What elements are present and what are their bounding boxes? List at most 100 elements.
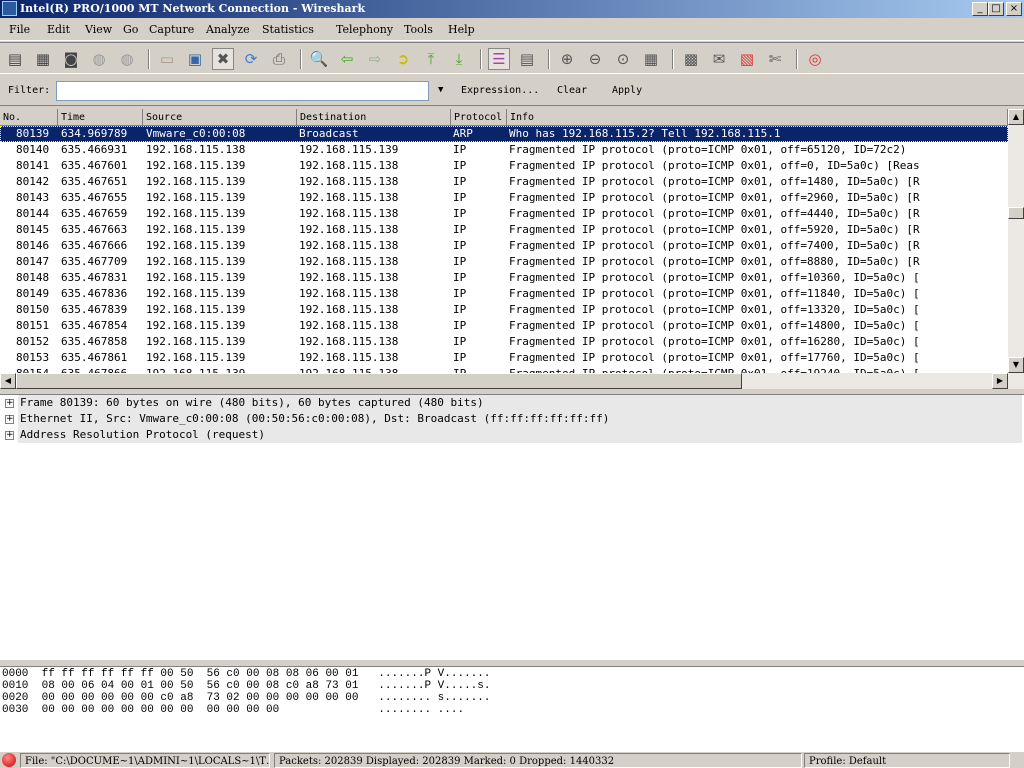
capture-restart-icon[interactable]: ◍ bbox=[116, 48, 138, 70]
packet-list: No. Time Source Destination Protocol Info 8013… bbox=[0, 109, 1008, 373]
packet-row[interactable]: 80146 635.467666 192.168.115.139 192.168.11… bbox=[0, 238, 1008, 254]
filter-input[interactable] bbox=[56, 81, 429, 101]
scroll-down-button[interactable]: ▼ bbox=[1008, 357, 1024, 373]
scroll-up-button[interactable]: ▲ bbox=[1008, 109, 1024, 125]
expression-button[interactable]: Expression... bbox=[461, 85, 539, 96]
go-forward-icon[interactable]: ⇨ bbox=[364, 48, 386, 70]
go-back-icon[interactable]: ⇦ bbox=[336, 48, 358, 70]
print-icon[interactable]: ⎙ bbox=[268, 48, 290, 70]
detail-tree-item[interactable]: Address Resolution Protocol (request) bbox=[18, 427, 1022, 443]
menu-help[interactable]: Help bbox=[448, 23, 475, 36]
packet-source: 192.168.115.139 bbox=[146, 175, 246, 188]
apply-button[interactable]: Apply bbox=[612, 85, 642, 96]
packet-info: Fragmented IP protocol (proto=ICMP 0x01,… bbox=[509, 335, 920, 348]
menu-file[interactable]: File bbox=[9, 23, 30, 36]
zoom-normal-icon[interactable]: ⊙ bbox=[612, 48, 634, 70]
zoom-out-icon[interactable]: ⊖ bbox=[584, 48, 606, 70]
packet-time: 635.467861 bbox=[61, 351, 128, 364]
scroll-thumb[interactable] bbox=[1008, 207, 1024, 219]
packet-no: 80152 bbox=[16, 335, 50, 348]
column-header-source[interactable]: Source bbox=[143, 109, 297, 126]
menu-analyze[interactable]: Analyze bbox=[206, 23, 250, 36]
interface-list-icon[interactable]: ▤ bbox=[4, 48, 26, 70]
preferences-icon[interactable]: ✄ bbox=[764, 48, 786, 70]
packet-row[interactable]: 80151 635.467854 192.168.115.139 192.168.11… bbox=[0, 318, 1008, 334]
close-file-icon[interactable]: ✖ bbox=[212, 48, 234, 70]
colorize-icon[interactable]: ☰ bbox=[488, 48, 510, 70]
horizontal-scroll-thumb[interactable] bbox=[16, 373, 742, 389]
packet-list-vertical-scrollbar[interactable]: ▲ ▼ bbox=[1008, 109, 1024, 373]
help-icon[interactable]: ◎ bbox=[804, 48, 826, 70]
open-file-icon[interactable]: ▭ bbox=[156, 48, 178, 70]
scroll-left-button[interactable]: ◀ bbox=[0, 373, 16, 389]
menu-capture[interactable]: Capture bbox=[149, 23, 194, 36]
close-button[interactable]: × bbox=[1006, 2, 1022, 16]
expand-icon[interactable]: + bbox=[5, 399, 14, 408]
zoom-in-icon[interactable]: ⊕ bbox=[556, 48, 578, 70]
maximize-button[interactable]: □ bbox=[988, 2, 1004, 16]
capture-start-icon[interactable]: ◙ bbox=[60, 48, 82, 70]
menu-edit[interactable]: Edit bbox=[47, 23, 70, 36]
hex-dump-line[interactable]: 0010 08 00 06 04 00 01 00 50 56 c0 00 08… bbox=[2, 680, 490, 692]
auto-scroll-icon[interactable]: ▤ bbox=[516, 48, 538, 70]
capture-options-icon[interactable]: ▦ bbox=[32, 48, 54, 70]
detail-tree-item[interactable]: Frame 80139: 60 bytes on wire (480 bits)… bbox=[18, 395, 1022, 411]
capture-filters-icon[interactable]: ▩ bbox=[680, 48, 702, 70]
menu-statistics[interactable]: Statistics bbox=[262, 23, 314, 36]
resize-columns-icon[interactable]: ▦ bbox=[640, 48, 662, 70]
packet-row[interactable]: 80140 635.466931 192.168.115.138 192.168.11… bbox=[0, 142, 1008, 158]
expand-icon[interactable]: + bbox=[5, 431, 14, 440]
packet-row[interactable]: 80152 635.467858 192.168.115.139 192.168.11… bbox=[0, 334, 1008, 350]
packet-protocol: IP bbox=[453, 191, 467, 204]
go-first-icon[interactable]: ⤒ bbox=[420, 48, 442, 70]
go-last-icon[interactable]: ⤓ bbox=[448, 48, 470, 70]
packet-row[interactable]: 80148 635.467831 192.168.115.139 192.168.11… bbox=[0, 270, 1008, 286]
menu-go[interactable]: Go bbox=[123, 23, 138, 36]
column-header-protocol[interactable]: Protocol bbox=[451, 109, 507, 126]
menu-tools[interactable]: Tools bbox=[404, 23, 433, 36]
save-file-icon[interactable]: ▣ bbox=[184, 48, 206, 70]
menu-telephony[interactable]: Telephony bbox=[336, 23, 393, 36]
column-header-no[interactable]: No. bbox=[0, 109, 58, 126]
hex-dump-line[interactable]: 0030 00 00 00 00 00 00 00 00 00 00 00 00… bbox=[2, 704, 464, 716]
hex-dump-line[interactable]: 0020 00 00 00 00 00 00 c0 a8 73 02 00 00… bbox=[2, 692, 490, 704]
detail-tree-item[interactable]: Ethernet II, Src: Vmware_c0:00:08 (00:50… bbox=[18, 411, 1022, 427]
column-header-destination[interactable]: Destination bbox=[297, 109, 451, 126]
packet-row[interactable]: 80149 635.467836 192.168.115.139 192.168.11… bbox=[0, 286, 1008, 302]
packet-row[interactable]: 80147 635.467709 192.168.115.139 192.168.11… bbox=[0, 254, 1008, 270]
scroll-right-button[interactable]: ▶ bbox=[992, 373, 1008, 389]
display-filters-icon[interactable]: ✉ bbox=[708, 48, 730, 70]
packet-row[interactable]: 80142 635.467651 192.168.115.139 192.168.11… bbox=[0, 174, 1008, 190]
packet-row[interactable]: 80141 635.467601 192.168.115.139 192.168.11… bbox=[0, 158, 1008, 174]
packet-row[interactable]: 80139 634.969789 Vmware_c0:00:08 Broadcast A… bbox=[0, 126, 1008, 142]
packet-row[interactable]: 80145 635.467663 192.168.115.139 192.168.11… bbox=[0, 222, 1008, 238]
packet-row[interactable]: 80150 635.467839 192.168.115.139 192.168.11… bbox=[0, 302, 1008, 318]
column-header-time[interactable]: Time bbox=[58, 109, 143, 126]
hex-dump-line[interactable]: 0000 ff ff ff ff ff ff 00 50 56 c0 00 08… bbox=[2, 668, 490, 680]
packet-time: 635.467666 bbox=[61, 239, 128, 252]
find-packet-icon[interactable]: 🔍 bbox=[308, 48, 330, 70]
reload-icon[interactable]: ⟳ bbox=[240, 48, 262, 70]
packet-row[interactable]: 80153 635.467861 192.168.115.139 192.168.11… bbox=[0, 350, 1008, 366]
packet-no: 80143 bbox=[16, 191, 50, 204]
packet-source: 192.168.115.139 bbox=[146, 191, 246, 204]
packet-no: 80141 bbox=[16, 159, 50, 172]
coloring-rules-icon[interactable]: ▧ bbox=[736, 48, 758, 70]
go-to-packet-icon[interactable]: ➲ bbox=[392, 48, 414, 70]
packet-row[interactable]: 80154635.467866192.168.115.139192.168.11… bbox=[0, 366, 1008, 373]
packet-list-horizontal-scrollbar[interactable]: ◀ ▶ bbox=[0, 373, 1024, 389]
column-header-info[interactable]: Info bbox=[507, 109, 1008, 126]
filter-dropdown-arrow-icon[interactable]: ▼ bbox=[438, 85, 443, 95]
expand-icon[interactable]: + bbox=[5, 415, 14, 424]
expert-info-icon[interactable] bbox=[2, 753, 16, 767]
capture-stop-icon[interactable]: ◍ bbox=[88, 48, 110, 70]
packet-row[interactable]: 80143 635.467655 192.168.115.139 192.168.11… bbox=[0, 190, 1008, 206]
packet-no: 80154 bbox=[16, 366, 58, 373]
clear-button[interactable]: Clear bbox=[557, 85, 587, 96]
packet-row[interactable]: 80144 635.467659 192.168.115.139 192.168.11… bbox=[0, 206, 1008, 222]
menu-view[interactable]: View bbox=[85, 23, 112, 36]
minimize-button[interactable]: _ bbox=[972, 2, 988, 16]
packet-source: 192.168.115.139 bbox=[146, 303, 246, 316]
status-profile[interactable]: Profile: Default bbox=[804, 753, 1010, 768]
packet-protocol: IP bbox=[453, 351, 467, 364]
